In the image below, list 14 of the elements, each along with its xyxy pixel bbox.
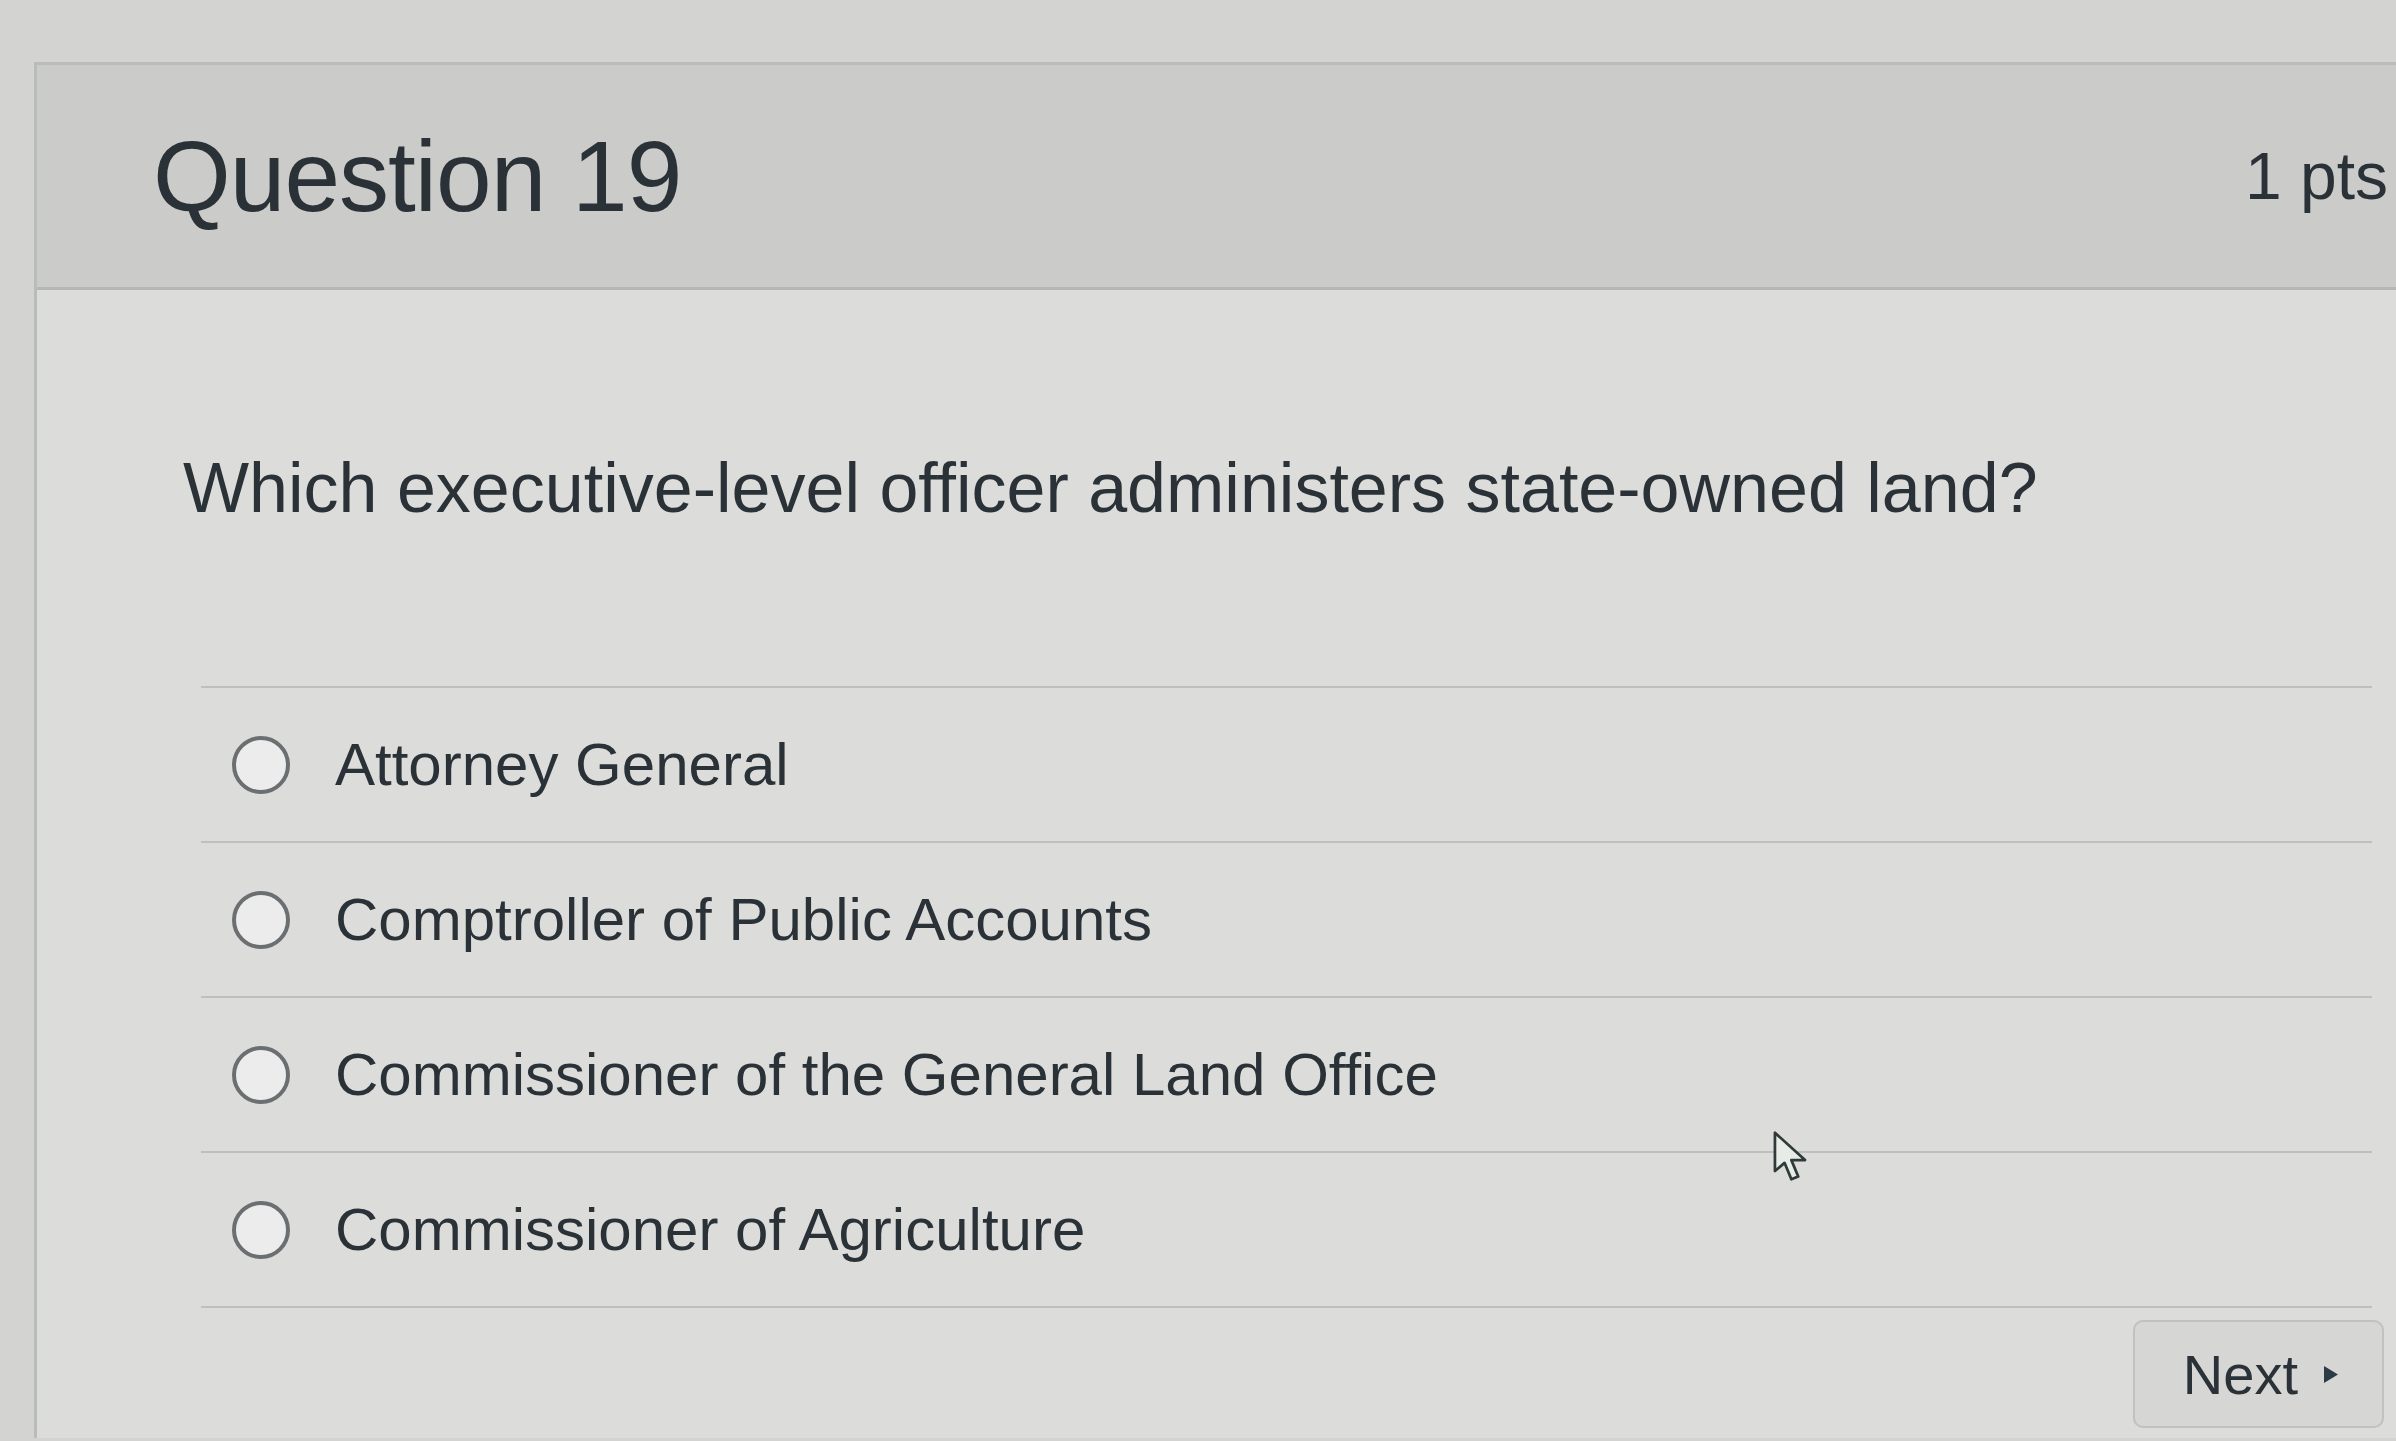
- answer-option[interactable]: Comptroller of Public Accounts: [231, 883, 1153, 956]
- question-title: Question 19: [153, 118, 682, 234]
- answer-option[interactable]: Attorney General: [231, 728, 789, 801]
- caret-icon: [2324, 1365, 2338, 1383]
- question-text: Which executive-level officer administers state-owned land?: [183, 448, 2039, 529]
- points-label: 1 pts: [2244, 138, 2388, 214]
- next-button[interactable]: Next: [2132, 1320, 2384, 1428]
- radio-button[interactable]: [231, 1199, 291, 1260]
- radio-button[interactable]: [231, 889, 291, 950]
- radio-button[interactable]: [231, 1044, 291, 1105]
- answer-option[interactable]: Commissioner of the General Land Office: [231, 1038, 1438, 1111]
- cursor-icon: [1772, 1130, 1808, 1182]
- radio-button[interactable]: [231, 734, 291, 795]
- answer-option[interactable]: Commissioner of Agriculture: [231, 1193, 1086, 1266]
